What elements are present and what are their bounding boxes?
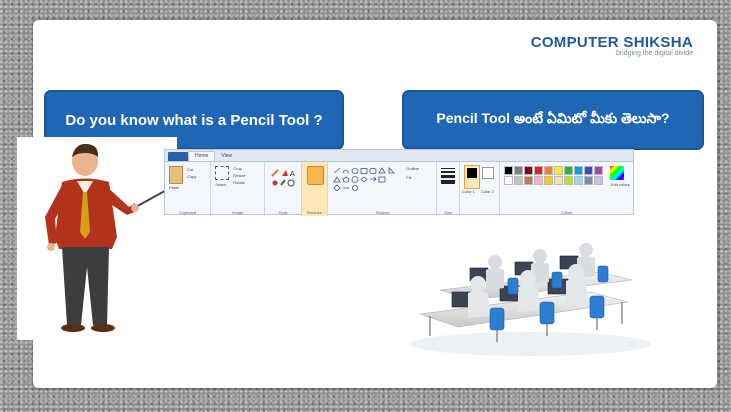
paint-ribbon: Home View Paste Cut Copy Clipboard Selec… bbox=[164, 149, 634, 216]
color-swatch[interactable] bbox=[583, 165, 593, 175]
clipboard-group: Paste Cut Copy Clipboard bbox=[165, 162, 212, 216]
color-swatch[interactable] bbox=[593, 165, 603, 175]
copy-button[interactable]: Copy bbox=[187, 174, 196, 179]
color-swatch[interactable] bbox=[563, 175, 573, 185]
size-label: Size bbox=[444, 210, 453, 215]
select-label: Select bbox=[215, 182, 227, 187]
colors-group: Edit colors Colors bbox=[500, 162, 633, 216]
image-label: Image bbox=[232, 210, 244, 215]
fill-dropdown[interactable]: Fill bbox=[406, 175, 411, 180]
color-swatch[interactable] bbox=[523, 175, 533, 185]
colors-label: Colors bbox=[560, 210, 573, 215]
crop-button[interactable]: Crop bbox=[233, 166, 242, 171]
color-swatch[interactable] bbox=[523, 165, 533, 175]
color-swatch[interactable] bbox=[503, 165, 513, 175]
brand-logo: COMPUTER SHIKSHA bridging the digital di… bbox=[531, 34, 693, 57]
color1-label: Color 1 bbox=[462, 189, 475, 194]
tab-home[interactable]: Home bbox=[188, 151, 216, 161]
brand-name: COMPUTER SHIKSHA bbox=[530, 34, 693, 51]
brand-tagline: bridging the digital divide bbox=[615, 50, 693, 57]
color-swatch[interactable] bbox=[533, 175, 543, 185]
color2-selector[interactable] bbox=[482, 167, 494, 179]
color1-selector[interactable] bbox=[464, 165, 480, 189]
svg-text:A: A bbox=[290, 171, 295, 178]
outline-dropdown[interactable]: Outline bbox=[406, 166, 419, 171]
rotate-button[interactable]: Rotate bbox=[233, 180, 245, 185]
tools-icons[interactable]: A bbox=[270, 168, 296, 188]
ribbon-tab-bar: Home View bbox=[165, 150, 633, 162]
tab-view[interactable]: View bbox=[215, 152, 238, 161]
color-swatch[interactable] bbox=[543, 175, 553, 185]
teacher-illustration bbox=[17, 137, 177, 340]
shapes-group: Outline Fill Shapes bbox=[328, 162, 438, 216]
color2-label: Color 2 bbox=[481, 189, 494, 194]
color-swatch[interactable] bbox=[593, 175, 603, 185]
color-swatch[interactable] bbox=[513, 175, 523, 185]
brushes-label: Brushes bbox=[307, 210, 322, 215]
size-icon[interactable] bbox=[441, 168, 456, 184]
computer-lab-illustration bbox=[410, 243, 650, 356]
brushes-icon[interactable] bbox=[306, 166, 324, 185]
tools-label: Tools bbox=[278, 210, 288, 215]
color-swatch[interactable] bbox=[573, 175, 583, 185]
shapes-gallery[interactable] bbox=[332, 167, 402, 191]
color-swatch[interactable] bbox=[513, 165, 523, 175]
color-swatch[interactable] bbox=[553, 165, 563, 175]
cut-button[interactable]: Cut bbox=[187, 167, 193, 172]
image-group: Select Crop Resize Rotate Image bbox=[211, 162, 266, 216]
select-icon[interactable] bbox=[215, 166, 230, 180]
brushes-group: Brushes bbox=[301, 162, 329, 216]
edit-colors-icon[interactable] bbox=[610, 166, 625, 180]
size-group: Size bbox=[437, 162, 460, 216]
shapes-label: Shapes bbox=[375, 210, 390, 215]
color-swatch[interactable] bbox=[553, 175, 563, 185]
color-swatch[interactable] bbox=[543, 165, 553, 175]
color-swatch[interactable] bbox=[583, 175, 593, 185]
edit-colors-label: Edit colors bbox=[610, 182, 630, 187]
telugu-question-banner: Pencil Tool అంటే ఏమిటో మీకు తెలుసా? bbox=[402, 90, 704, 150]
paste-icon[interactable] bbox=[169, 166, 183, 184]
clipboard-label: Clipboard bbox=[179, 210, 197, 215]
resize-button[interactable]: Resize bbox=[233, 173, 245, 178]
paste-label: Paste bbox=[169, 185, 180, 190]
tools-group: A Tools bbox=[265, 162, 302, 216]
color-palette bbox=[503, 165, 605, 185]
color-selectors: Color 1 Color 2 bbox=[460, 162, 501, 216]
color-swatch[interactable] bbox=[533, 165, 543, 175]
color-swatch[interactable] bbox=[563, 165, 573, 175]
color-swatch[interactable] bbox=[573, 165, 583, 175]
file-menu-tab[interactable] bbox=[168, 152, 188, 161]
color-swatch[interactable] bbox=[503, 175, 513, 185]
